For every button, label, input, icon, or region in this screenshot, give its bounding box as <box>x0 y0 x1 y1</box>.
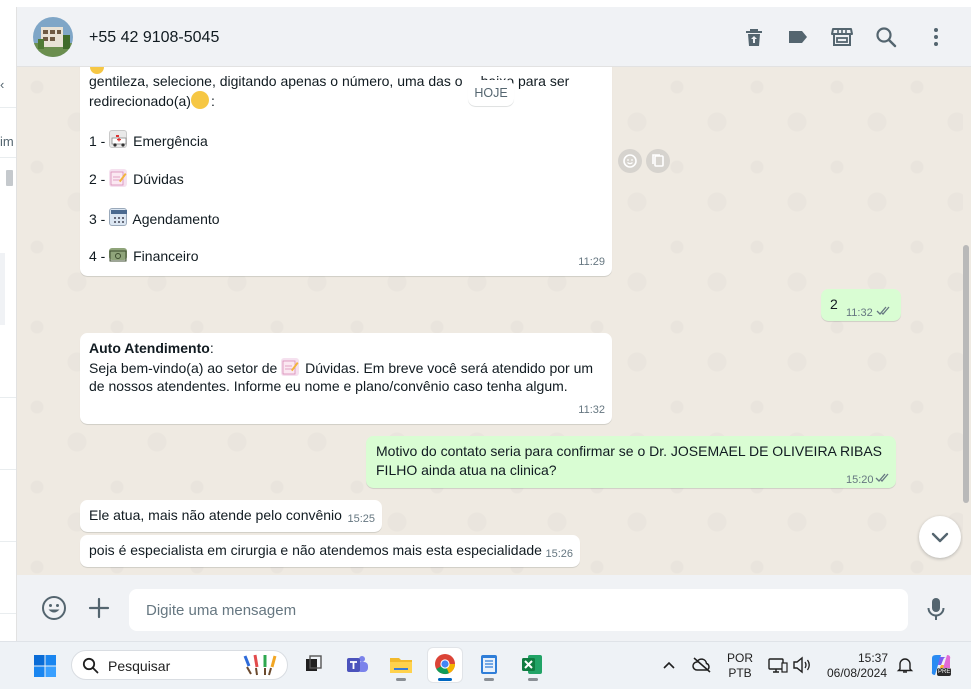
message-input[interactable] <box>129 589 908 631</box>
volume-icon[interactable] <box>792 656 812 674</box>
sidebar-chevron-fragment: ‹ <box>0 77 5 92</box>
tray-chevron-up-icon[interactable] <box>662 658 676 672</box>
notepad-app-icon[interactable] <box>472 648 506 682</box>
taskbar-search-box[interactable]: Pesquisar <box>71 650 288 680</box>
message-time: 11:29 <box>578 255 605 268</box>
message-incoming: pois é especialista em cirurgia e não at… <box>80 535 580 567</box>
relieved-face-emoji-icon <box>190 91 209 109</box>
menu-dots-icon[interactable] <box>924 25 948 49</box>
menu-option-2: 2 - Dúvidas <box>89 169 184 187</box>
excel-app-icon[interactable] <box>516 648 550 682</box>
message-time: 15:25 <box>347 512 375 525</box>
onedrive-offline-icon[interactable] <box>692 656 712 674</box>
task-view-button[interactable] <box>296 648 330 682</box>
search-icon[interactable] <box>874 25 898 49</box>
date-chip: HOJE <box>468 80 514 106</box>
search-icon <box>82 657 99 674</box>
copy-icon[interactable] <box>646 149 670 173</box>
notification-bell-icon[interactable] <box>896 656 914 674</box>
paint-brushes-icon <box>243 654 277 676</box>
emoji-icon[interactable] <box>41 595 67 621</box>
copilot-badge: PRE <box>937 668 952 676</box>
message-text: de nossos atendentes. Informe eu nome e … <box>89 378 568 394</box>
memo-emoji-icon <box>281 358 300 376</box>
message-time: 11:32 <box>846 307 873 319</box>
message-text-line1: Motivo do contato seria para confirmar s… <box>376 443 883 459</box>
avatar[interactable] <box>33 17 73 57</box>
menu-intro-line2: redirecionado(a) <box>89 93 191 109</box>
chat-list-panel-edge: ‹ im <box>0 7 17 641</box>
react-emoji-button[interactable] <box>618 149 642 173</box>
message-outgoing: Motivo do contato seria para confirmar s… <box>366 436 896 488</box>
store-icon[interactable] <box>830 25 854 49</box>
attach-plus-icon[interactable] <box>87 596 111 620</box>
message-title: Auto Atendimento <box>89 340 210 356</box>
message-text: 2 <box>830 296 838 312</box>
menu-option-1: 1 - Emergência <box>89 130 208 152</box>
sidebar-text-fragment: im <box>0 134 14 149</box>
message-text: Ele atua, mais não atende pelo convênio <box>89 507 342 523</box>
taskbar-clock[interactable]: 15:37 06/08/2024 <box>822 651 892 681</box>
input-language-indicator[interactable]: POR PTB <box>725 651 755 681</box>
menu-option-3: 3 - Agendamento <box>89 208 220 230</box>
file-explorer-icon[interactable] <box>384 648 418 682</box>
windows-start-icon[interactable] <box>33 654 57 678</box>
read-ticks-icon <box>875 473 889 482</box>
teams-app-icon[interactable] <box>340 648 374 682</box>
delete-icon[interactable] <box>742 25 766 49</box>
label-icon[interactable] <box>786 25 810 49</box>
message-time: 15:20 <box>846 474 874 486</box>
chat-header: +55 42 9108-5045 <box>17 7 971 67</box>
message-incoming-auto-atendimento: Auto Atendimento: Seja bem-vindo(a) ao s… <box>80 333 612 424</box>
sidebar-selected-fragment <box>0 253 5 325</box>
message-time: 15:26 <box>545 547 573 560</box>
calendar-emoji-icon <box>109 208 128 226</box>
menu-option-4: 4 - Financeiro <box>89 248 199 264</box>
scroll-to-bottom-button[interactable] <box>919 516 961 558</box>
message-outgoing: 2 11:32 <box>821 289 901 321</box>
taskbar-search-label: Pesquisar <box>108 658 171 674</box>
copilot-icon[interactable]: PRE <box>928 652 954 678</box>
money-emoji-icon <box>109 248 128 262</box>
windows-taskbar: Pesquisar POR PTB 15:37 06/08/2024 PRE <box>0 641 971 689</box>
chat-scrollbar-thumb[interactable] <box>963 245 969 503</box>
message-incoming-menu: gentileza, selecione, digitando apenas o… <box>80 67 612 276</box>
memo-emoji-icon <box>109 169 128 187</box>
read-ticks-icon <box>876 306 890 315</box>
message-time: 11:32 <box>578 403 605 416</box>
chrome-app-icon[interactable] <box>428 648 462 682</box>
chat-messages-pane[interactable]: gentileza, selecione, digitando apenas o… <box>17 67 963 575</box>
microphone-icon[interactable] <box>925 597 947 621</box>
composer-bar <box>17 575 971 641</box>
message-incoming: Ele atua, mais não atende pelo convênio … <box>80 500 382 532</box>
contact-name[interactable]: +55 42 9108-5045 <box>89 29 219 47</box>
message-text: pois é especialista em cirurgia e não at… <box>89 542 542 558</box>
message-text-line2: FILHO ainda atua na clinica? <box>376 462 557 478</box>
menu-intro-line1: gentileza, selecione, digitando apenas o… <box>89 73 463 89</box>
sidebar-scroll-fragment <box>6 170 13 186</box>
ambulance-emoji-icon <box>109 130 128 148</box>
chevron-down-icon <box>931 532 949 543</box>
network-icon[interactable] <box>768 656 788 674</box>
